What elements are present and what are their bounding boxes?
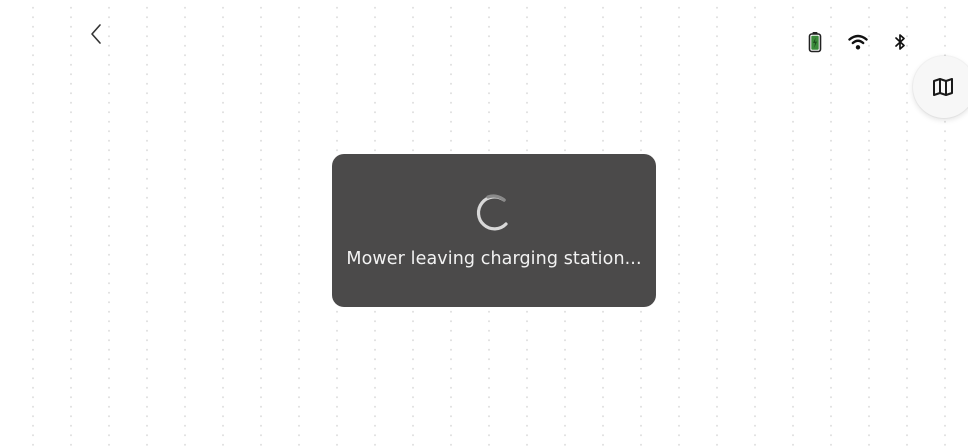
back-button[interactable]	[82, 18, 110, 50]
mower-screen: Mower leaving charging station...	[0, 0, 968, 448]
map-view-button[interactable]	[913, 56, 968, 118]
battery-charging-icon	[808, 32, 822, 53]
map-icon	[933, 78, 953, 96]
bluetooth-status	[894, 28, 906, 56]
wifi-icon	[848, 34, 868, 50]
loading-toast: Mower leaving charging station...	[332, 154, 656, 307]
chevron-left-icon	[91, 24, 101, 44]
status-bar	[808, 28, 906, 56]
loading-spinner-icon	[476, 194, 508, 231]
bluetooth-icon	[895, 34, 905, 50]
battery-status	[808, 28, 822, 56]
wifi-status	[848, 28, 868, 56]
toast-message: Mower leaving charging station...	[346, 249, 642, 269]
